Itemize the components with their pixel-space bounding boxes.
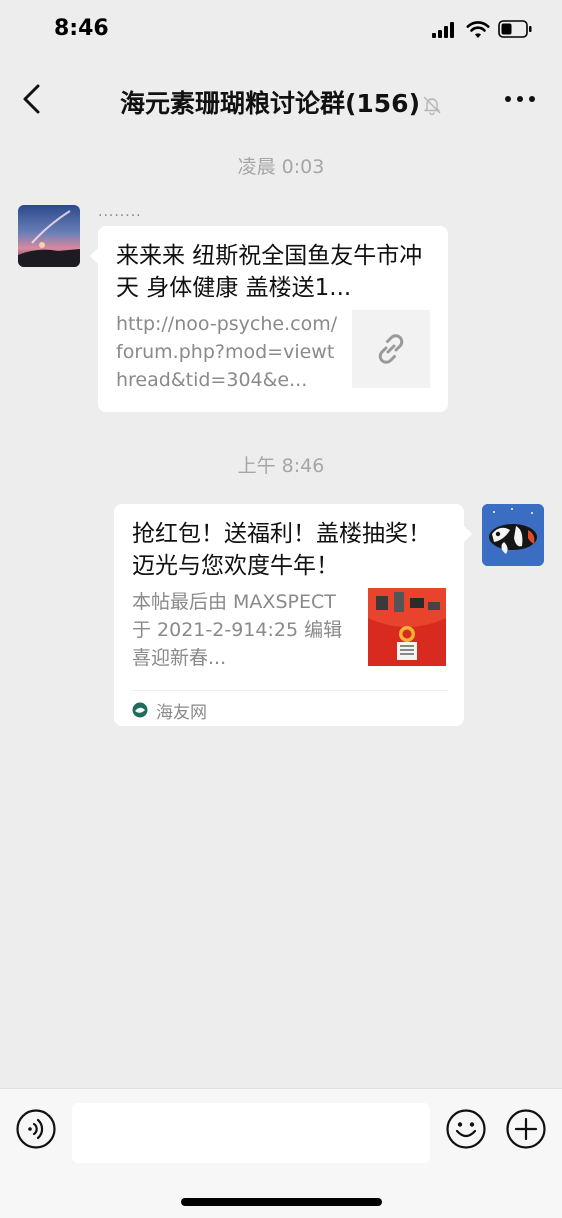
chat-title-container: 海元素珊瑚粮讨论群(156): [0, 84, 562, 120]
red-envelope-promo-image: [368, 588, 446, 666]
chat-title: 海元素珊瑚粮讨论群(156): [119, 89, 421, 118]
card-divider: [132, 690, 448, 691]
sunset-avatar-image: [18, 205, 80, 267]
site-logo-icon: [132, 702, 148, 718]
battery-icon: [498, 20, 532, 38]
clownfish-avatar-image: [482, 504, 544, 566]
nav-bar: 海元素珊瑚粮讨论群(156): [0, 60, 562, 140]
article-source: 海友网: [132, 698, 207, 723]
status-time: 8:46: [54, 16, 109, 41]
more-options-icon[interactable]: [504, 96, 536, 104]
mute-bell-icon: [423, 96, 441, 115]
message-timestamp: 凌晨 0:03: [237, 156, 325, 178]
link-card-url: http://noo-psyche.com/forum.php?mod=view…: [116, 313, 338, 391]
article-card-description: 本帖最后由 MAXSPECT 于 2021-2-914:25 编辑喜迎新春...: [132, 591, 343, 669]
voice-input-icon[interactable]: [16, 1109, 56, 1149]
article-thumbnail: [368, 588, 446, 666]
message-timestamp: 上午 8:46: [237, 455, 325, 477]
article-source-name: 海友网: [156, 702, 207, 723]
home-indicator[interactable]: [181, 1198, 382, 1206]
plus-icon[interactable]: [506, 1109, 546, 1149]
article-card-title: 抢红包！送福利！盖楼抽奖！迈光与您欢度牛年！: [132, 521, 431, 579]
status-bar: 8:46: [0, 0, 562, 60]
message-input[interactable]: [72, 1103, 430, 1163]
sender-name: ........: [98, 204, 142, 220]
article-card-message[interactable]: 抢红包！送福利！盖楼抽奖！迈光与您欢度牛年！ 本帖最后由 MAXSPECT 于 …: [114, 504, 472, 726]
sender-avatar[interactable]: [18, 205, 80, 267]
link-card-message[interactable]: 来来来 纽斯祝全国鱼友牛市冲天 身体健康 盖楼送1... http://noo-…: [90, 226, 448, 412]
link-icon: [378, 334, 404, 364]
my-avatar[interactable]: [482, 504, 544, 566]
link-card-title: 来来来 纽斯祝全国鱼友牛市冲天 身体健康 盖楼送1...: [116, 243, 423, 301]
link-thumbnail: [352, 310, 430, 388]
wifi-icon: [466, 21, 490, 38]
cellular-signal-icon: [432, 22, 458, 38]
emoji-icon[interactable]: [446, 1109, 486, 1149]
